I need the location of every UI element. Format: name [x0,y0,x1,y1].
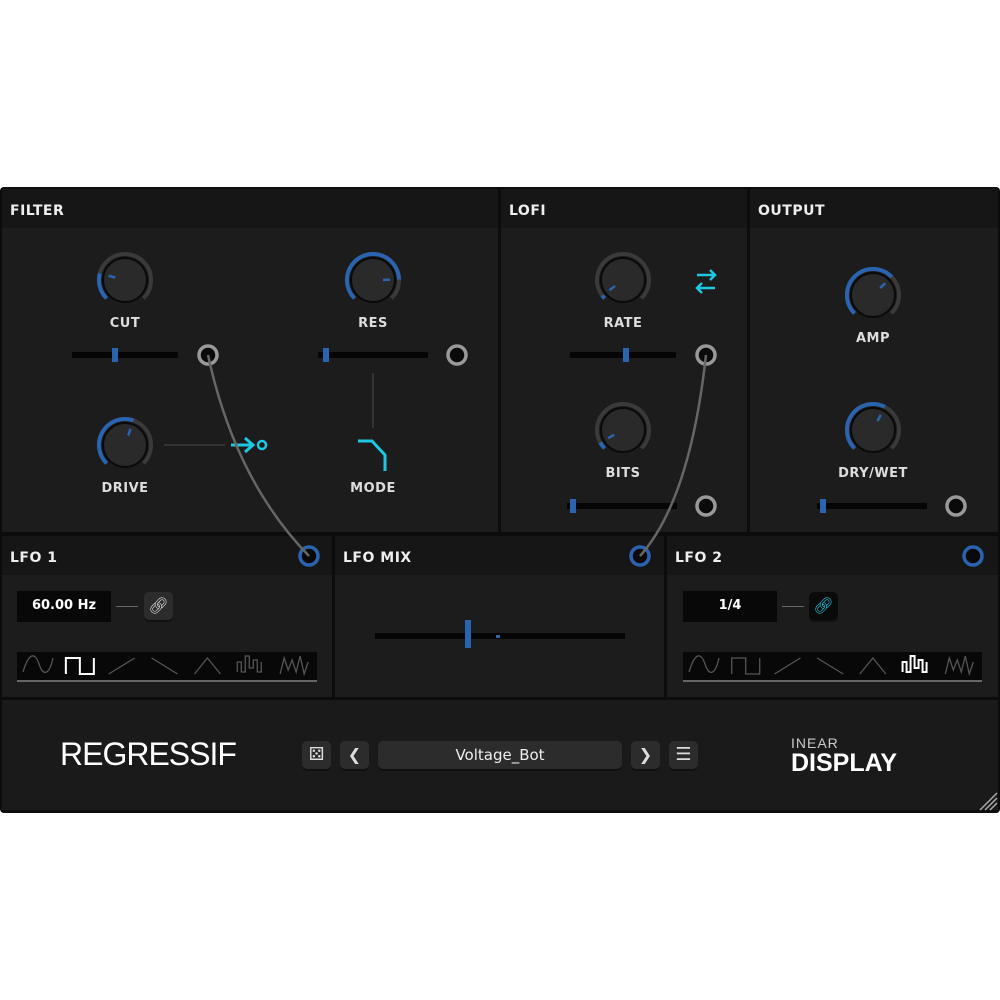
regressif-logo: REGRESSIF [60,736,237,772]
next-preset-button[interactable]: ❯ [631,741,660,769]
lfomix-marker [496,635,500,638]
chevron-left-icon: ❮ [347,745,362,764]
lfo1-header: LFO 1 [2,536,332,575]
lofi-header: LOFI [501,189,747,228]
wave-saw-down-icon[interactable] [151,657,178,675]
brand-logo: INEAR DISPLAY [791,736,897,776]
cut-label: CUT [109,316,141,331]
wave-saw-up-icon[interactable] [774,657,801,675]
lfomix-section: LFO MIX [335,536,664,697]
bits-slider[interactable] [567,499,677,513]
menu-icon: ☰ [675,744,692,765]
prev-preset-button[interactable]: ❮ [340,741,369,769]
drive-label: DRIVE [101,481,149,496]
wave-triangle-icon[interactable] [859,656,887,675]
drywet-slider[interactable] [817,499,927,513]
wave-sine-icon[interactable] [22,655,54,673]
mode-label: MODE [350,481,396,496]
lfo1-rate-display[interactable]: 60.00 Hz [17,591,111,622]
randomize-button[interactable]: ⚄ [302,741,331,769]
lfo2-sync-button[interactable]: 🔗︎ [809,592,838,620]
lfo2-link-connector-icon [782,606,804,607]
drywet-label: DRY/WET [838,466,908,481]
lfo2-rate-display[interactable]: 1/4 [683,591,777,622]
lfo2-wave-selector[interactable] [683,652,982,682]
res-slider[interactable] [318,348,428,362]
lfo2-header: LFO 2 [667,536,998,575]
res-label: RES [358,316,388,331]
wave-sample-hold-icon[interactable] [901,655,928,673]
filter-section: FILTER [2,189,498,532]
slider-thumb[interactable] [623,348,629,362]
preset-name[interactable]: Voltage_Bot [378,741,622,769]
slider-thumb[interactable] [323,348,330,362]
wave-saw-down-icon[interactable] [816,657,844,675]
rate-slider[interactable] [570,348,676,362]
wave-square-icon[interactable] [731,657,761,675]
lfomix-slider[interactable] [375,620,625,648]
wave-sine-icon[interactable] [688,655,720,673]
lfomix-header: LFO MIX [335,536,664,575]
lfo1-link-connector-icon [116,606,138,607]
output-header: OUTPUT [750,189,998,228]
preset-menu-button[interactable]: ☰ [669,741,698,769]
chevron-right-icon: ❯ [638,745,653,764]
wave-triangle-icon[interactable] [193,656,221,675]
wave-sample-hold-icon[interactable] [236,655,262,673]
slider-thumb[interactable] [112,348,118,362]
brand-top: INEAR [791,735,839,751]
slider-thumb[interactable] [465,620,472,648]
wave-square-icon[interactable] [64,657,95,675]
cut-slider[interactable] [72,348,178,362]
wave-random-icon[interactable] [944,655,974,677]
plugin-window: FILTER LOFI OUTPUT LFO 1 LFO MIX LFO 2 [0,187,1000,813]
dice-icon: ⚄ [308,744,325,765]
link-icon: 🔗︎ [813,596,834,615]
filter-header: FILTER [2,189,498,228]
link-icon: 🔗︎ [148,596,169,615]
brand-bottom: DISPLAY [791,749,898,777]
rate-label: RATE [603,316,643,331]
slider-thumb[interactable] [570,499,577,513]
lfo1-wave-selector[interactable] [17,652,317,682]
wave-saw-up-icon[interactable] [108,657,136,675]
amp-label: AMP [855,331,891,346]
bits-label: BITS [605,466,641,481]
slider-thumb[interactable] [820,499,827,513]
lfo1-sync-button[interactable]: 🔗︎ [144,592,173,620]
wave-random-icon[interactable] [279,655,309,677]
